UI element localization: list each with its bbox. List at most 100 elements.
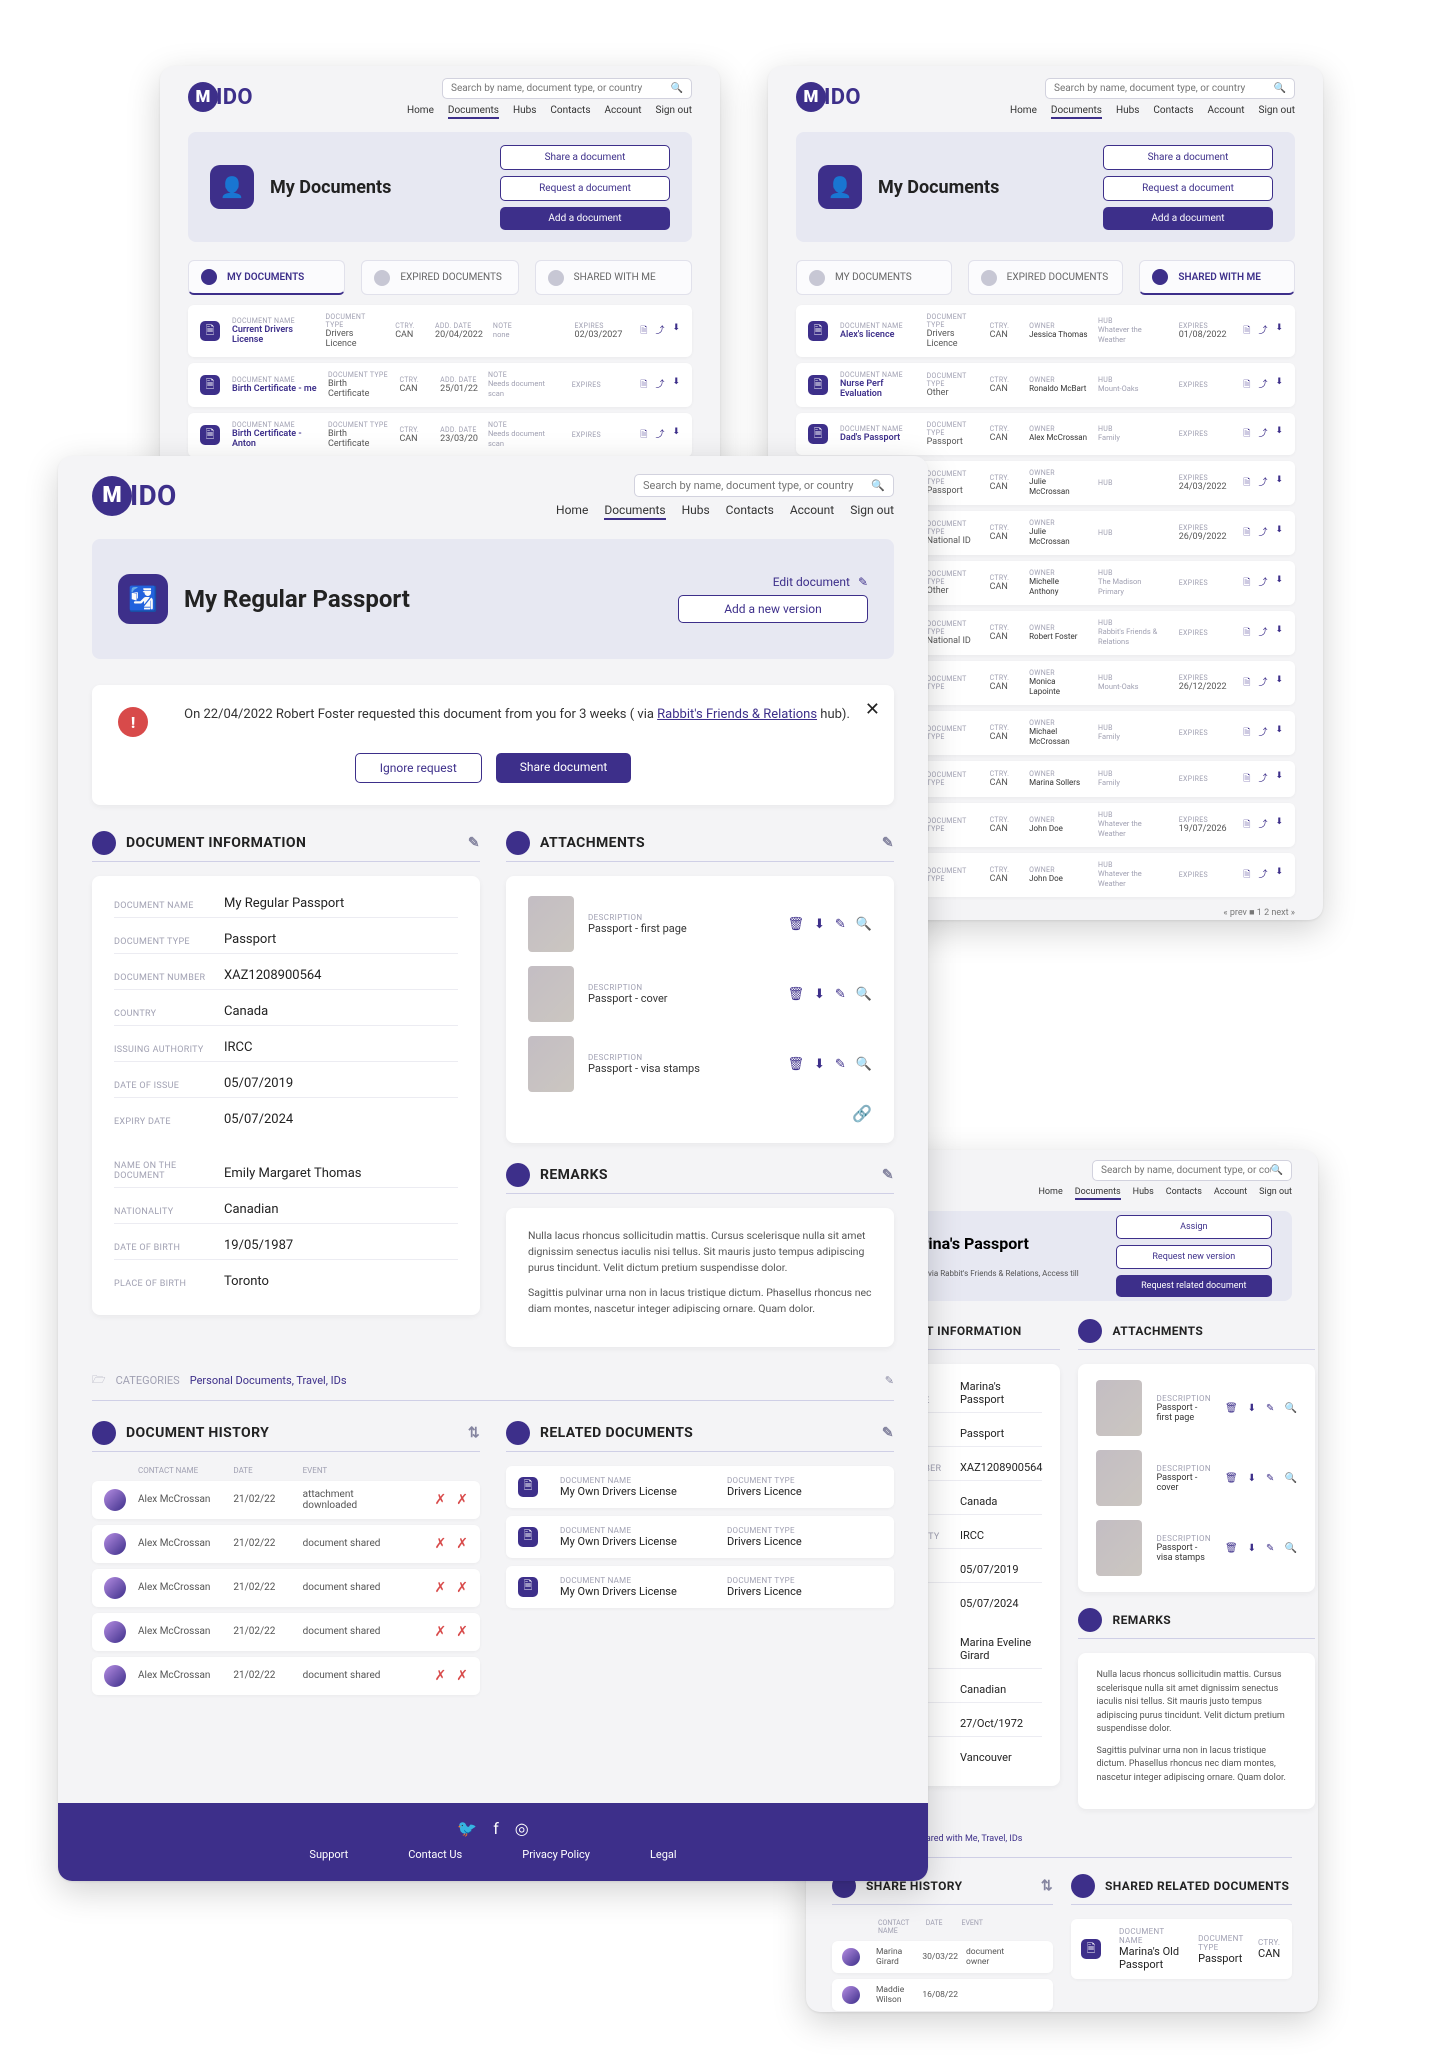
sort-icon[interactable]: ⇅	[1041, 1878, 1053, 1894]
nav-account[interactable]: Account	[1214, 1187, 1247, 1197]
search-input[interactable]	[451, 83, 671, 94]
view-icon[interactable]: 🗎	[640, 377, 647, 393]
edit-icon[interactable]: ✎	[1266, 1543, 1274, 1554]
share-icon[interactable]: ⤴	[1258, 675, 1267, 691]
request-document-button[interactable]: Request a document	[1103, 176, 1273, 201]
share-icon[interactable]: ⤴	[655, 427, 664, 443]
unshare-icon[interactable]: ✗	[435, 1492, 447, 1508]
zoom-icon[interactable]: 🔍	[856, 1057, 872, 1072]
search-icon[interactable]: 🔍	[871, 479, 885, 492]
footer-contact[interactable]: Contact Us	[408, 1848, 462, 1861]
share-icon[interactable]: ⤴	[1258, 377, 1267, 393]
remove-icon[interactable]: ✗	[456, 1492, 468, 1508]
document-row[interactable]: 🗎 DOCUMENT NAMEDad's Passport DOCUMENT T…	[796, 413, 1295, 455]
view-icon[interactable]: 🗎	[1243, 323, 1250, 339]
download-icon[interactable]: ⬇	[1275, 377, 1283, 393]
twitter-icon[interactable]: 🐦	[457, 1819, 477, 1838]
tab-expired[interactable]: EXPIRED DOCUMENTS	[361, 260, 518, 295]
nav-hubs[interactable]: Hubs	[513, 105, 536, 116]
document-row[interactable]: 🗎 DOCUMENT NAMEAlex's licence DOCUMENT T…	[796, 305, 1295, 357]
related-row[interactable]: 🗎 DOCUMENT NAMEMy Own Drivers License DO…	[506, 1516, 894, 1558]
search-icon[interactable]: 🔍	[1274, 83, 1286, 94]
nav-home[interactable]: Home	[1010, 105, 1037, 116]
download-icon[interactable]: ⬇	[1248, 1543, 1256, 1554]
edit-icon[interactable]: ✎	[882, 1425, 894, 1441]
view-icon[interactable]: 🗎	[640, 323, 647, 339]
document-row[interactable]: 🗎 DOCUMENT NAMENurse Perf Evaluation DOC…	[796, 363, 1295, 407]
categories-value[interactable]: Shared with Me, Travel, IDs	[916, 1834, 1023, 1844]
related-row[interactable]: 🗎 DOCUMENT NAMEMy Own Drivers License DO…	[506, 1566, 894, 1608]
related-row[interactable]: 🗎 DOCUMENT NAMEMarina's Old Passport DOC…	[1071, 1919, 1292, 1979]
download-icon[interactable]: ⬇	[1275, 426, 1283, 442]
view-icon[interactable]: 🗎	[640, 427, 647, 443]
hub-link[interactable]: Rabbit's Friends & Relations	[657, 707, 817, 722]
share-document-button[interactable]: Share document	[496, 753, 632, 783]
search[interactable]: 🔍	[1045, 78, 1295, 99]
download-icon[interactable]: ⬇	[672, 323, 680, 339]
delete-icon[interactable]: 🗑	[787, 917, 804, 932]
nav-hubs[interactable]: Hubs	[682, 503, 710, 517]
nav-hubs[interactable]: Hubs	[1116, 105, 1139, 116]
nav-home[interactable]: Home	[556, 503, 588, 517]
nav-signout[interactable]: Sign out	[1259, 1187, 1292, 1197]
download-icon[interactable]: ⬇	[814, 987, 825, 1002]
delete-icon[interactable]: 🗑	[1225, 1543, 1238, 1554]
attachment-thumbnail[interactable]	[1096, 1380, 1142, 1436]
remove-icon[interactable]: ✗	[456, 1624, 468, 1640]
add-document-button[interactable]: Add a document	[500, 207, 670, 230]
nav-contacts[interactable]: Contacts	[550, 105, 590, 116]
view-icon[interactable]: 🗎	[1243, 675, 1250, 691]
unshare-icon[interactable]: ✗	[435, 1580, 447, 1596]
download-icon[interactable]: ⬇	[1275, 475, 1283, 491]
view-icon[interactable]: 🗎	[1243, 525, 1250, 541]
zoom-icon[interactable]: 🔍	[1284, 1473, 1296, 1484]
footer-legal[interactable]: Legal	[650, 1848, 677, 1861]
edit-icon[interactable]: ✎	[468, 835, 480, 851]
download-icon[interactable]: ⬇	[1275, 323, 1283, 339]
attachment-thumbnail[interactable]	[1096, 1450, 1142, 1506]
search-icon[interactable]: 🔍	[1271, 1165, 1283, 1176]
edit-icon[interactable]: ✎	[835, 917, 846, 932]
view-icon[interactable]: 🗎	[1243, 771, 1250, 787]
add-version-button[interactable]: Add a new version	[678, 595, 868, 623]
edit-icon[interactable]: ✎	[882, 1167, 894, 1183]
share-icon[interactable]: ⤴	[1258, 817, 1267, 833]
nav-documents[interactable]: Documents	[1075, 1187, 1121, 1197]
nav-signout[interactable]: Sign out	[656, 105, 692, 116]
share-icon[interactable]: ⤴	[1258, 575, 1267, 591]
tab-expired[interactable]: EXPIRED DOCUMENTS	[968, 260, 1124, 295]
tab-my-documents[interactable]: MY DOCUMENTS	[796, 260, 952, 295]
edit-icon[interactable]: ✎	[1266, 1473, 1274, 1484]
edit-document-link[interactable]: Edit document✎	[678, 575, 868, 589]
share-icon[interactable]: ⤴	[1258, 725, 1267, 741]
download-icon[interactable]: ⬇	[1275, 771, 1283, 787]
view-icon[interactable]: 🗎	[1243, 725, 1250, 741]
download-icon[interactable]: ⬇	[1275, 675, 1283, 691]
add-attachment-icon[interactable]: 🔗	[852, 1104, 872, 1123]
instagram-icon[interactable]: ◎	[515, 1819, 529, 1838]
unshare-icon[interactable]: ✗	[435, 1624, 447, 1640]
search-input[interactable]	[643, 479, 871, 492]
download-icon[interactable]: ⬇	[1275, 817, 1283, 833]
nav-signout[interactable]: Sign out	[1259, 105, 1295, 116]
nav-home[interactable]: Home	[1039, 1187, 1063, 1197]
nav-documents[interactable]: Documents	[604, 503, 665, 517]
remove-icon[interactable]: ✗	[456, 1580, 468, 1596]
share-icon[interactable]: ⤴	[655, 377, 664, 393]
nav-account[interactable]: Account	[1208, 105, 1245, 116]
nav-documents[interactable]: Documents	[448, 105, 499, 116]
download-icon[interactable]: ⬇	[1275, 625, 1283, 641]
facebook-icon[interactable]: f	[493, 1819, 499, 1838]
search[interactable]: 🔍	[1092, 1160, 1292, 1181]
tab-shared[interactable]: SHARED WITH ME	[1139, 260, 1295, 295]
tab-shared[interactable]: SHARED WITH ME	[535, 260, 692, 295]
zoom-icon[interactable]: 🔍	[856, 987, 872, 1002]
download-icon[interactable]: ⬇	[814, 1057, 825, 1072]
share-icon[interactable]: ⤴	[1258, 625, 1267, 641]
delete-icon[interactable]: 🗑	[1225, 1473, 1238, 1484]
search[interactable]: 🔍	[442, 78, 692, 99]
download-icon[interactable]: ⬇	[1275, 725, 1283, 741]
nav-contacts[interactable]: Contacts	[726, 503, 774, 517]
remove-icon[interactable]: ✗	[456, 1668, 468, 1684]
delete-icon[interactable]: 🗑	[787, 1057, 804, 1072]
